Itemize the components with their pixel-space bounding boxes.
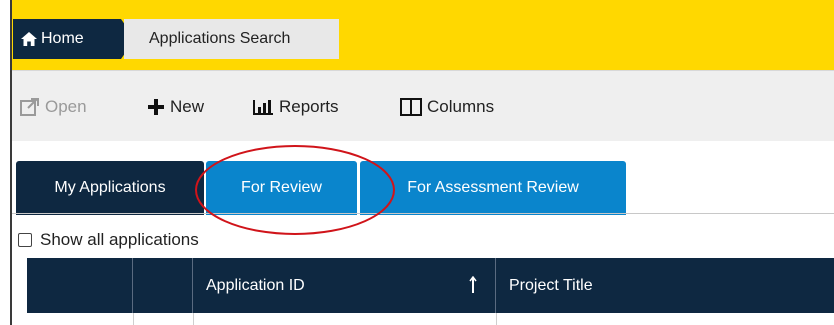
breadcrumb-home[interactable]: Home <box>13 19 135 59</box>
show-all-checkbox[interactable] <box>18 233 32 247</box>
breadcrumb-current: Applications Search <box>124 19 339 59</box>
tab-label: For Assessment Review <box>407 179 579 196</box>
column-divider <box>193 313 194 325</box>
new-button-label: New <box>170 97 205 116</box>
table-header: Application ID Project Title <box>27 258 834 313</box>
column-header-actions[interactable] <box>133 258 193 313</box>
home-icon <box>21 32 37 46</box>
tab-bar: My Applications For Review For Assessmen… <box>12 141 834 215</box>
column-header-project-title[interactable]: Project Title <box>496 258 834 313</box>
column-header-label: Application ID <box>206 276 305 294</box>
new-button[interactable]: New <box>147 95 204 119</box>
column-header-label: Project Title <box>509 276 593 294</box>
plus-icon <box>148 99 164 115</box>
sort-arrow-up-icon <box>469 276 477 293</box>
bar-chart-icon <box>253 100 273 115</box>
open-button-label: Open <box>45 97 87 116</box>
tab-my-applications[interactable]: My Applications <box>16 161 204 215</box>
external-link-icon <box>20 98 39 116</box>
reports-button[interactable]: Reports <box>252 95 339 119</box>
tab-for-review[interactable]: For Review <box>206 161 357 215</box>
columns-button[interactable]: Columns <box>400 95 494 119</box>
open-button[interactable]: Open <box>20 95 87 119</box>
column-divider <box>496 313 497 325</box>
tab-divider <box>12 213 834 214</box>
tab-label: My Applications <box>54 179 166 196</box>
column-header-application-id[interactable]: Application ID <box>193 258 496 313</box>
tab-label: For Review <box>241 179 322 196</box>
column-header-select[interactable] <box>27 258 133 313</box>
show-all-label: Show all applications <box>40 230 199 249</box>
breadcrumb-current-label: Applications Search <box>149 30 291 47</box>
columns-icon <box>400 98 422 116</box>
column-divider <box>133 313 134 325</box>
reports-button-label: Reports <box>279 97 339 116</box>
breadcrumb-bar: Home Applications Search <box>12 0 834 70</box>
tab-for-assessment-review[interactable]: For Assessment Review <box>360 161 626 215</box>
columns-button-label: Columns <box>427 97 495 116</box>
app-frame: Home Applications Search Open New Report… <box>10 0 834 325</box>
show-all-applications-toggle[interactable]: Show all applications <box>18 230 199 250</box>
breadcrumb-home-label: Home <box>41 30 84 47</box>
toolbar: Open New Reports Columns <box>12 70 834 141</box>
